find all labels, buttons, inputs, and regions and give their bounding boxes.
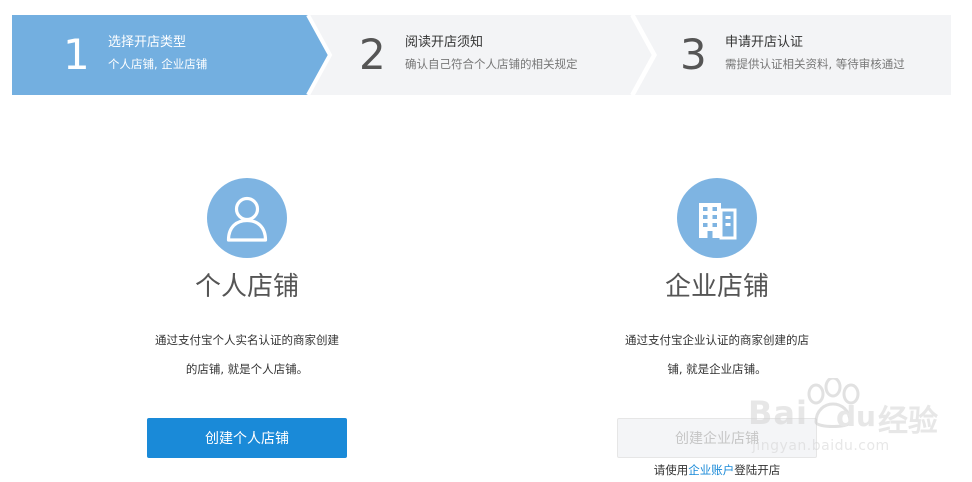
watermark-url: jingyan.baidu.com bbox=[752, 438, 890, 454]
enterprise-shop-title: 企业店铺 bbox=[664, 272, 769, 302]
hint-prefix: 请使用 bbox=[653, 463, 689, 477]
enterprise-account-link[interactable]: 企业账户 bbox=[688, 463, 734, 477]
building-icon bbox=[699, 203, 737, 240]
enterprise-login-hint: 请使用企业账户登陆开店 bbox=[597, 462, 837, 478]
watermark-brand: Bai bbox=[748, 394, 808, 432]
user-icon bbox=[226, 196, 268, 242]
step-progress-bar: 1 选择开店类型 个人店铺, 企业店铺 2 阅读开店须知 确认自己符合个人店铺的… bbox=[12, 15, 951, 95]
watermark-brand-suffix: du bbox=[836, 400, 876, 433]
personal-shop-card: 个人店铺 通过支付宝个人实名认证的商家创建 的店铺, 就是个人店铺。 创建个人店… bbox=[127, 178, 367, 458]
step-2-subtitle: 确认自己符合个人店铺的相关规定 bbox=[405, 57, 578, 71]
personal-shop-description: 通过支付宝个人实名认证的商家创建 的店铺, 就是个人店铺。 bbox=[142, 326, 352, 384]
enterprise-desc-line-1: 通过支付宝企业认证的商家创建的店 bbox=[625, 333, 809, 347]
step-2-number: 2 bbox=[359, 30, 386, 79]
step-3-number: 3 bbox=[680, 30, 707, 79]
step-1-number: 1 bbox=[63, 30, 90, 79]
baidu-jingyan-watermark: Bai du 经验 jingyan.baidu.com bbox=[748, 378, 963, 460]
step-1: 1 选择开店类型 个人店铺, 企业店铺 bbox=[12, 15, 308, 95]
personal-desc-line-1: 通过支付宝个人实名认证的商家创建 bbox=[155, 333, 339, 347]
create-personal-shop-button[interactable]: 创建个人店铺 bbox=[147, 418, 347, 458]
step-1-title: 选择开店类型 bbox=[108, 35, 187, 50]
step-3-subtitle: 需提供认证相关资料, 等待审核通过 bbox=[725, 57, 905, 71]
personal-icon-badge bbox=[207, 178, 287, 258]
enterprise-icon-badge bbox=[677, 178, 757, 258]
personal-desc-line-2: 的店铺, 就是个人店铺。 bbox=[185, 362, 309, 376]
personal-button-wrap: 创建个人店铺 bbox=[127, 418, 367, 458]
enterprise-shop-description: 通过支付宝企业认证的商家创建的店 铺, 就是企业店铺。 bbox=[612, 326, 822, 384]
step-2: 2 阅读开店须知 确认自己符合个人店铺的相关规定 bbox=[330, 15, 630, 95]
step-3: 3 申请开店认证 需提供认证相关资料, 等待审核通过 bbox=[654, 15, 951, 95]
personal-shop-title: 个人店铺 bbox=[194, 272, 299, 302]
enterprise-shop-card: 企业店铺 通过支付宝企业认证的商家创建的店 铺, 就是企业店铺。 创建企业店铺 … bbox=[597, 178, 837, 477]
step-2-title: 阅读开店须知 bbox=[405, 35, 484, 50]
step-1-subtitle: 个人店铺, 企业店铺 bbox=[108, 57, 208, 71]
watermark-cn: 经验 bbox=[878, 404, 938, 439]
hint-suffix: 登陆开店 bbox=[734, 463, 781, 477]
step-3-title: 申请开店认证 bbox=[725, 35, 804, 50]
